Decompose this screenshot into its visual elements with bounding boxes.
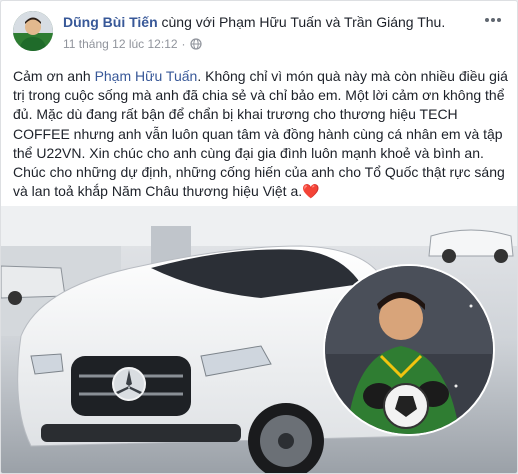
more-options-button[interactable] [481, 11, 505, 31]
post-header: Dũng Bùi Tiến cùng với Phạm Hữu Tuấn và … [13, 11, 505, 55]
post-timestamp[interactable]: 11 tháng 12 lúc 12:12 [63, 37, 178, 51]
with-text: cùng với [161, 14, 216, 30]
post-text-part2: . Không chỉ vì món quà này mà còn nhiều … [13, 68, 508, 200]
car-photo-illustration [1, 206, 517, 473]
meta-separator: · [181, 37, 186, 51]
more-dots-icon [485, 18, 501, 22]
mercedes-star-icon [112, 367, 146, 401]
post-meta: 11 tháng 12 lúc 12:12 · [63, 37, 202, 51]
post-header-line: Dũng Bùi Tiến cùng với Phạm Hữu Tuấn và … [63, 14, 445, 30]
post-photo[interactable] [1, 206, 517, 473]
and-text: và [325, 14, 341, 30]
author-name[interactable]: Dũng Bùi Tiến [63, 14, 158, 30]
post-card: Dũng Bùi Tiến cùng với Phạm Hữu Tuấn và … [0, 0, 518, 474]
globe-icon[interactable] [189, 38, 202, 50]
heart-emoji: ❤️ [302, 183, 320, 200]
post-text: Cảm ơn anh Phạm Hữu Tuấn. Không chỉ vì m… [13, 67, 509, 201]
post-mention[interactable]: Phạm Hữu Tuấn [95, 68, 198, 84]
tagged-person-1[interactable]: Phạm Hữu Tuấn [219, 14, 322, 30]
avatar-image [13, 11, 53, 51]
tagged-person-2[interactable]: Trần Giáng Thu. [344, 14, 445, 30]
post-text-part1: Cảm ơn anh [13, 68, 95, 84]
avatar[interactable] [13, 11, 53, 51]
